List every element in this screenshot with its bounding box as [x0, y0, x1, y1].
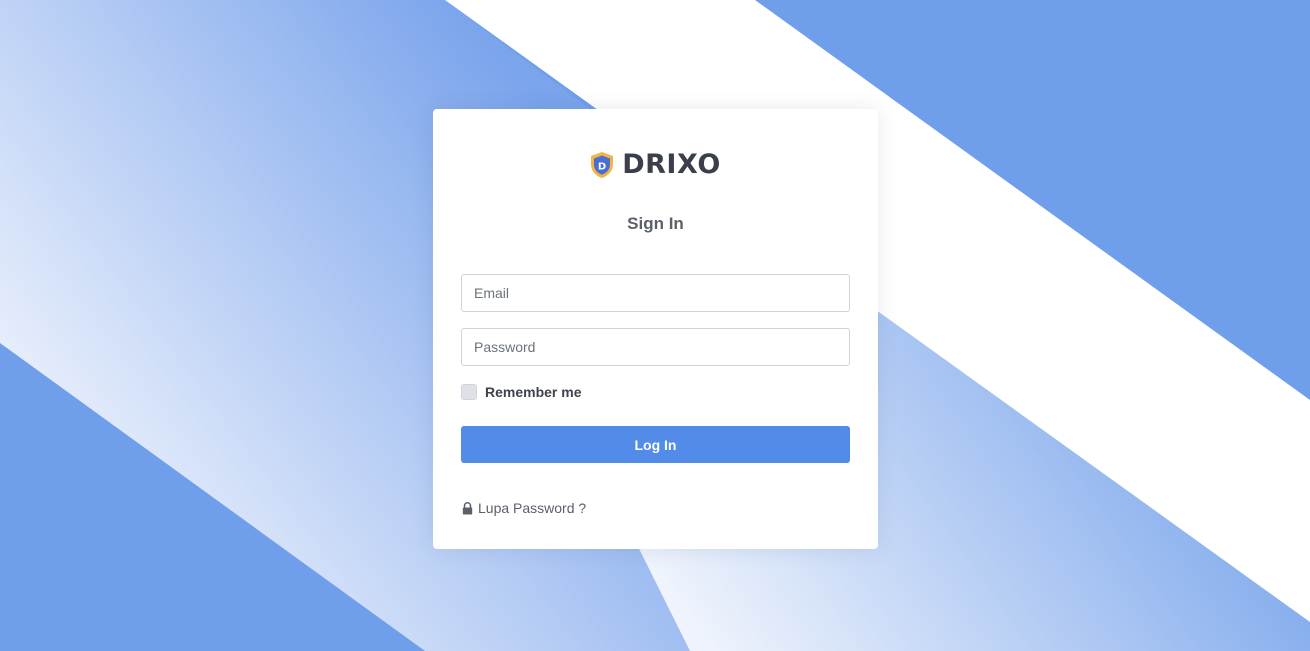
lock-icon [462, 501, 473, 514]
password-field[interactable] [461, 328, 850, 366]
shield-icon: D [591, 151, 614, 178]
brand-name: DRIXO [622, 149, 721, 180]
remember-me-label: Remember me [485, 384, 582, 400]
brand-logo: D DRIXO [433, 149, 878, 180]
forgot-password-label: Lupa Password ? [478, 500, 587, 516]
email-field[interactable] [461, 274, 850, 312]
login-card: D DRIXO Sign In Remember me Log In Lupa … [433, 109, 878, 549]
page-title: Sign In [627, 214, 684, 233]
forgot-password-link[interactable]: Lupa Password ? [462, 500, 586, 516]
remember-me-toggle[interactable]: Remember me [461, 384, 582, 400]
logo-letter: D [598, 161, 606, 172]
login-button[interactable]: Log In [461, 426, 850, 463]
remember-me-checkbox[interactable] [461, 384, 477, 400]
